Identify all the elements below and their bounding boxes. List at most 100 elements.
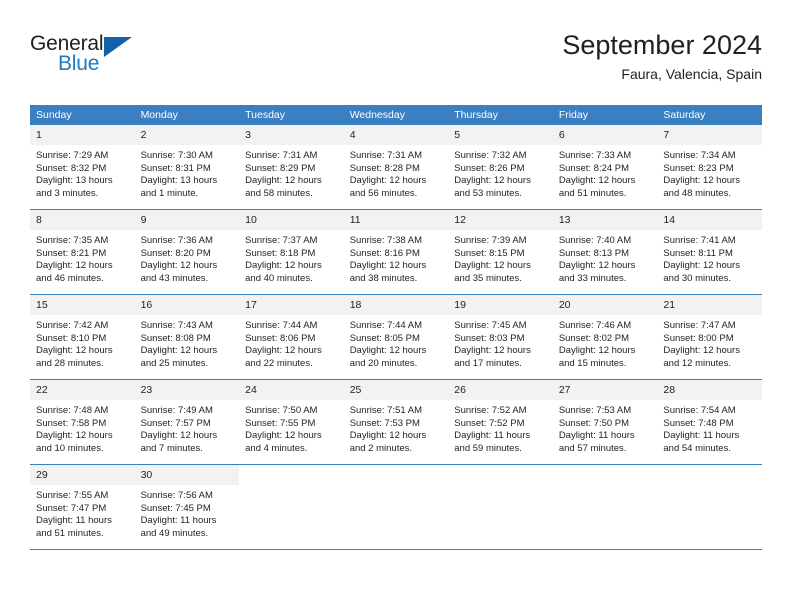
daylight-duration-line1: Daylight: 12 hours — [454, 175, 531, 187]
daylight-duration-line1: Daylight: 12 hours — [245, 345, 322, 357]
calendar-day-cell[interactable]: 8 Sunrise: 7:35 AM Sunset: 8:21 PM Daylight… — [30, 209, 135, 295]
calendar-day-cell[interactable]: 19 Sunrise: 7:45 AM Sunset: 8:03 PM Dayligh… — [448, 294, 553, 380]
day-details: Sunrise: 7:34 AM Sunset: 8:23 PM Daylight:… — [657, 145, 762, 200]
calendar-day-cell[interactable]: 25 Sunrise: 7:51 AM Sunset: 7:53 PM Dayligh… — [343, 379, 449, 465]
daylight-duration-line2: and 57 minutes. — [558, 442, 627, 454]
calendar-day-cell[interactable]: 4 Sunrise: 7:31 AM Sunset: 8:28 PM Daylight… — [343, 125, 449, 210]
calendar-page: General Blue September 2024 Faura, Valen… — [0, 0, 792, 612]
calendar-day-cell[interactable]: 29 Sunrise: 7:55 AM Sunset: 7:47 PM Dayligh… — [30, 464, 135, 550]
title-block: September 2024 Faura, Valencia, Spain — [562, 28, 762, 84]
calendar-day-cell[interactable]: 27 Sunrise: 7:53 AM Sunset: 7:50 PM Dayligh… — [552, 379, 658, 465]
day-details: Sunrise: 7:46 AM Sunset: 8:02 PM Daylight:… — [553, 315, 658, 370]
sunset-time: Sunset: 8:29 PM — [245, 162, 316, 174]
calendar-day-cell[interactable]: 12 Sunrise: 7:39 AM Sunset: 8:15 PM Dayligh… — [448, 209, 553, 295]
daylight-duration-line1: Daylight: 12 hours — [140, 260, 218, 272]
sunset-time: Sunset: 7:55 PM — [245, 417, 316, 429]
sunrise-time: Sunrise: 7:45 AM — [454, 320, 527, 331]
daylight-duration-line2: and 56 minutes. — [349, 187, 418, 199]
calendar-day-cell[interactable]: 7 Sunrise: 7:34 AM Sunset: 8:23 PM Daylight… — [657, 125, 762, 210]
daylight-duration-line1: Daylight: 12 hours — [558, 345, 636, 357]
calendar-day-cell[interactable]: 21 Sunrise: 7:47 AM Sunset: 8:00 PM Dayligh… — [657, 294, 762, 380]
day-number — [552, 465, 658, 485]
sunrise-time: Sunrise: 7:54 AM — [663, 405, 736, 416]
day-details: Sunrise: 7:50 AM Sunset: 7:55 PM Daylight:… — [239, 400, 344, 455]
sunrise-time: Sunrise: 7:33 AM — [558, 150, 632, 161]
day-number: 8 — [30, 210, 135, 230]
sunset-time: Sunset: 8:02 PM — [558, 332, 630, 344]
calendar-day-cell[interactable]: 17 Sunrise: 7:44 AM Sunset: 8:06 PM Dayligh… — [239, 294, 344, 380]
sunrise-time: Sunrise: 7:50 AM — [245, 405, 318, 416]
day-details: Sunrise: 7:31 AM Sunset: 8:29 PM Daylight:… — [239, 145, 344, 200]
calendar-day-cell[interactable]: 2 Sunrise: 7:30 AM Sunset: 8:31 PM Daylight… — [134, 125, 240, 210]
daylight-duration-line1: Daylight: 11 hours — [140, 515, 217, 527]
day-number: 1 — [30, 125, 135, 145]
calendar-day-cell[interactable]: 5 Sunrise: 7:32 AM Sunset: 8:26 PM Daylight… — [448, 125, 553, 210]
sunset-time: Sunset: 8:06 PM — [245, 332, 316, 344]
day-number: 6 — [552, 125, 658, 145]
general-blue-logo[interactable]: General Blue — [30, 32, 160, 84]
sunset-time: Sunset: 8:03 PM — [454, 332, 525, 344]
calendar-body: 1 Sunrise: 7:29 AM Sunset: 8:32 PM Daylight… — [30, 125, 762, 550]
day-details: Sunrise: 7:33 AM Sunset: 8:24 PM Daylight:… — [553, 145, 658, 200]
sunrise-time: Sunrise: 7:43 AM — [140, 320, 213, 331]
calendar-day-cell[interactable]: 6 Sunrise: 7:33 AM Sunset: 8:24 PM Daylight… — [552, 125, 658, 210]
calendar-day-cell[interactable]: 23 Sunrise: 7:49 AM Sunset: 7:57 PM Dayligh… — [134, 379, 240, 465]
day-number: 30 — [134, 465, 240, 485]
day-number: 18 — [343, 295, 449, 315]
calendar-day-cell[interactable]: 24 Sunrise: 7:50 AM Sunset: 7:55 PM Dayligh… — [239, 379, 344, 465]
daylight-duration-line2: and 33 minutes. — [558, 272, 627, 284]
calendar-empty-cell — [552, 464, 658, 550]
day-number: 10 — [239, 210, 344, 230]
calendar-day-cell[interactable]: 13 Sunrise: 7:40 AM Sunset: 8:13 PM Dayligh… — [552, 209, 658, 295]
sunrise-time: Sunrise: 7:44 AM — [245, 320, 318, 331]
sunrise-time: Sunrise: 7:30 AM — [140, 150, 213, 161]
calendar-day-cell[interactable]: 22 Sunrise: 7:48 AM Sunset: 7:58 PM Dayligh… — [30, 379, 135, 465]
daylight-duration-line2: and 35 minutes. — [454, 272, 522, 284]
day-number: 26 — [448, 380, 553, 400]
day-details: Sunrise: 7:44 AM Sunset: 8:06 PM Daylight:… — [239, 315, 344, 370]
daylight-duration-line1: Daylight: 12 hours — [454, 260, 531, 272]
day-details: Sunrise: 7:32 AM Sunset: 8:26 PM Daylight:… — [448, 145, 553, 200]
sunset-time: Sunset: 8:05 PM — [349, 332, 420, 344]
calendar-day-cell[interactable]: 10 Sunrise: 7:37 AM Sunset: 8:18 PM Dayligh… — [239, 209, 344, 295]
daylight-duration-line1: Daylight: 11 hours — [36, 515, 112, 527]
daylight-duration-line2: and 3 minutes. — [36, 187, 99, 199]
calendar-day-cell[interactable]: 9 Sunrise: 7:36 AM Sunset: 8:20 PM Daylight… — [134, 209, 240, 295]
sunset-time: Sunset: 8:16 PM — [349, 247, 420, 259]
day-number — [657, 465, 762, 485]
calendar-day-cell[interactable]: 15 Sunrise: 7:42 AM Sunset: 8:10 PM Dayligh… — [30, 294, 135, 380]
daylight-duration-line2: and 48 minutes. — [663, 187, 731, 199]
day-details: Sunrise: 7:38 AM Sunset: 8:16 PM Daylight:… — [344, 230, 449, 285]
calendar-day-cell[interactable]: 16 Sunrise: 7:43 AM Sunset: 8:08 PM Dayligh… — [134, 294, 240, 380]
sunset-time: Sunset: 8:11 PM — [663, 247, 733, 259]
calendar-day-cell[interactable]: 18 Sunrise: 7:44 AM Sunset: 8:05 PM Dayligh… — [343, 294, 449, 380]
sunset-time: Sunset: 7:52 PM — [454, 417, 525, 429]
calendar-day-cell[interactable]: 3 Sunrise: 7:31 AM Sunset: 8:29 PM Daylight… — [239, 125, 344, 210]
calendar-day-cell[interactable]: 20 Sunrise: 7:46 AM Sunset: 8:02 PM Dayligh… — [552, 294, 658, 380]
calendar-week-row: 1 Sunrise: 7:29 AM Sunset: 8:32 PM Daylight… — [30, 125, 762, 210]
sunrise-time: Sunrise: 7:31 AM — [349, 150, 423, 161]
sunrise-time: Sunrise: 7:51 AM — [349, 405, 423, 416]
weekday-header-saturday: Saturday — [657, 105, 762, 125]
calendar-week-row: 15 Sunrise: 7:42 AM Sunset: 8:10 PM Dayligh… — [30, 294, 762, 380]
day-number: 9 — [134, 210, 240, 230]
sunrise-time: Sunrise: 7:46 AM — [558, 320, 632, 331]
daylight-duration-line2: and 58 minutes. — [245, 187, 313, 199]
day-number: 11 — [343, 210, 449, 230]
calendar-day-cell[interactable]: 26 Sunrise: 7:52 AM Sunset: 7:52 PM Dayligh… — [448, 379, 553, 465]
day-number: 5 — [448, 125, 553, 145]
calendar-day-cell[interactable]: 14 Sunrise: 7:41 AM Sunset: 8:11 PM Dayligh… — [657, 209, 762, 295]
calendar-day-cell[interactable]: 1 Sunrise: 7:29 AM Sunset: 8:32 PM Daylight… — [30, 125, 135, 210]
sunset-time: Sunset: 8:08 PM — [140, 332, 211, 344]
calendar-day-cell[interactable]: 11 Sunrise: 7:38 AM Sunset: 8:16 PM Dayligh… — [343, 209, 449, 295]
calendar-day-cell[interactable]: 28 Sunrise: 7:54 AM Sunset: 7:48 PM Dayligh… — [657, 379, 762, 465]
weekday-header-friday: Friday — [552, 105, 658, 125]
calendar-day-cell[interactable]: 30 Sunrise: 7:56 AM Sunset: 7:45 PM Dayligh… — [134, 464, 240, 550]
daylight-duration-line2: and 10 minutes. — [36, 442, 104, 454]
sunrise-time: Sunrise: 7:34 AM — [663, 150, 736, 161]
daylight-duration-line1: Daylight: 12 hours — [245, 430, 322, 442]
daylight-duration-line2: and 22 minutes. — [245, 357, 313, 369]
sunrise-time: Sunrise: 7:44 AM — [349, 320, 423, 331]
sunrise-time: Sunrise: 7:36 AM — [140, 235, 213, 246]
day-number — [448, 465, 553, 485]
